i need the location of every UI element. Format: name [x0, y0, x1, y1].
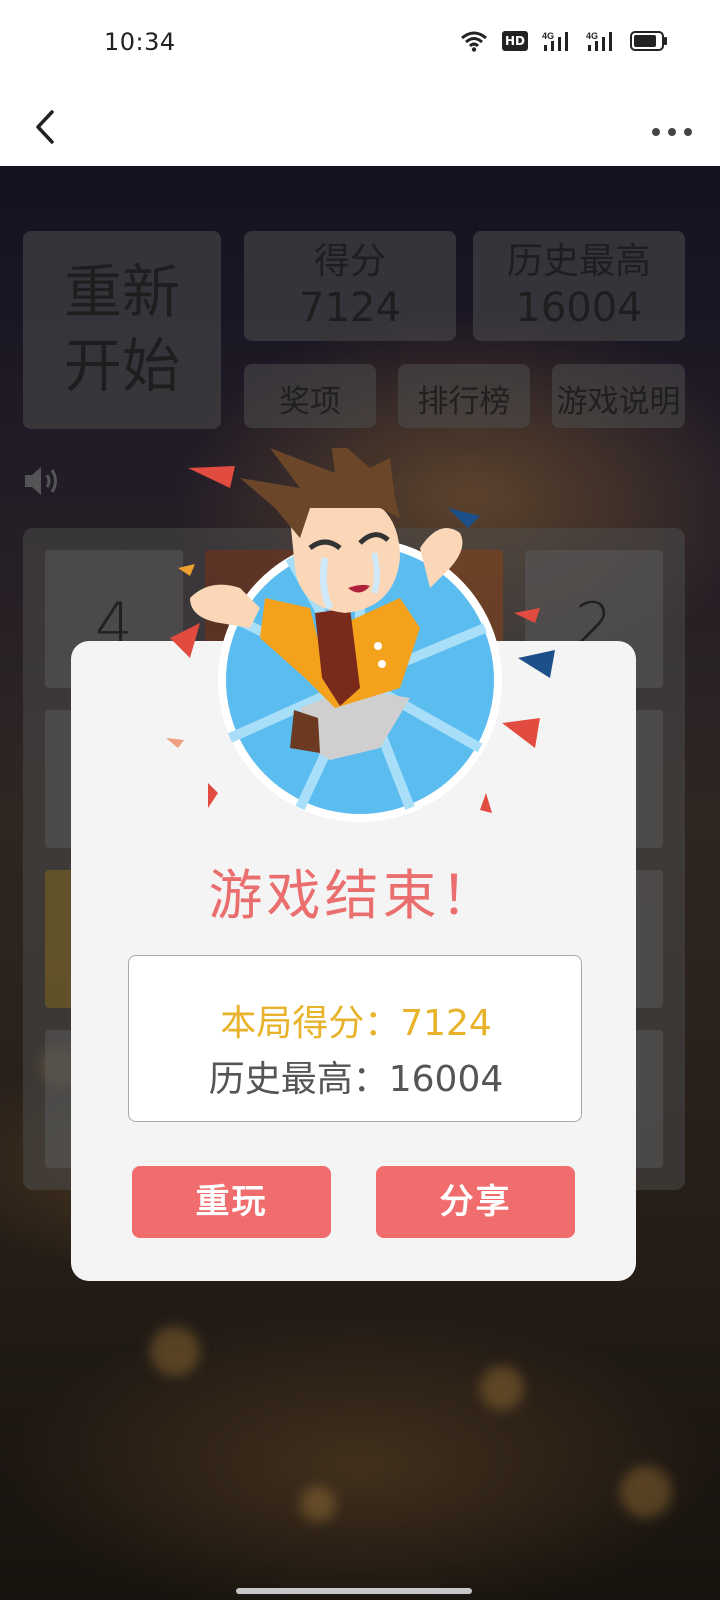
crying-mascot-illustration: [166, 448, 555, 822]
status-icons: HD 4G 4G: [460, 30, 668, 52]
replay-button[interactable]: 重玩: [132, 1166, 331, 1238]
home-indicator[interactable]: [236, 1588, 472, 1594]
share-button[interactable]: 分享: [376, 1166, 575, 1238]
nav-bar: [0, 88, 720, 166]
more-horizontal-icon[interactable]: [642, 102, 702, 148]
svg-text:4G: 4G: [586, 31, 598, 41]
4g-signal-icon: 4G: [586, 31, 612, 51]
4g-signal-icon: 4G: [542, 31, 568, 51]
game-area: 重新 开始 得分 7124 历史最高 16004 奖项 排行榜 游戏说明 4 2…: [0, 166, 720, 1600]
best-score-text: 历史最高：16004: [208, 1059, 504, 1100]
svg-text:4G: 4G: [542, 31, 554, 41]
chevron-left-icon[interactable]: [22, 100, 72, 150]
status-time: 10:34: [104, 28, 176, 56]
status-bar: 10:34 HD 4G 4G: [0, 0, 720, 88]
battery-icon: [630, 31, 667, 51]
wifi-icon: [461, 31, 487, 52]
hd-icon: HD: [502, 31, 528, 51]
hd-label: HD: [504, 34, 525, 48]
